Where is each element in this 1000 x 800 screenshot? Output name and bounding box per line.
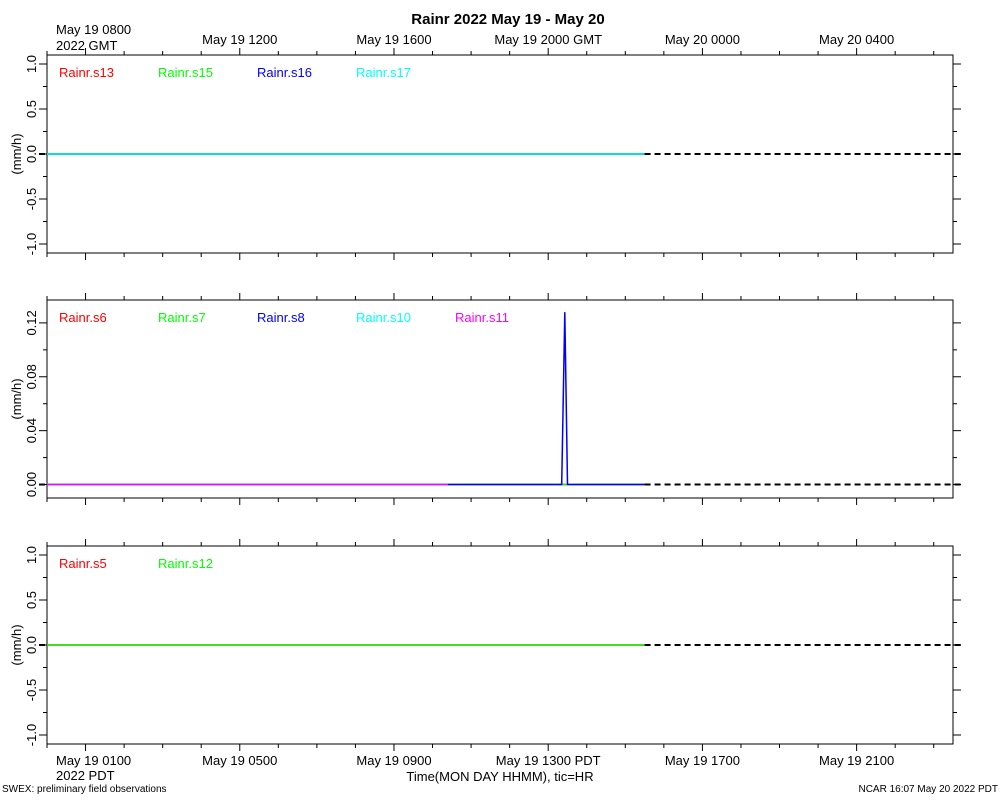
y-axis-label: (mm/h) (9, 378, 24, 419)
y-tick-label: 0.0 (24, 145, 39, 163)
chart-title: Rainr 2022 May 19 - May 20 (411, 11, 604, 28)
y-tick-label: 0.5 (24, 100, 39, 118)
bottom-axis-tick-label: May 19 1700 (665, 753, 740, 768)
footer-left-note: SWEX: preliminary field observations (2, 784, 167, 795)
top-axis-first-label-line2: 2022 GMT (56, 38, 117, 53)
legend-item-Rainr.s5: Rainr.s5 (59, 556, 107, 571)
legend-item-Rainr.s10: Rainr.s10 (356, 310, 411, 325)
bottom-axis-tick-label: May 19 2100 (819, 753, 894, 768)
y-tick-label: -0.5 (24, 188, 39, 210)
legend-item-Rainr.s13: Rainr.s13 (59, 65, 114, 80)
y-tick-label: -0.5 (24, 679, 39, 701)
legend-item-Rainr.s15: Rainr.s15 (158, 65, 213, 80)
y-tick-label: 0.08 (24, 364, 39, 389)
panel-3: -1.0 -0.5 0.0 0.5 1.0 (mm/h) Rainr.s5 Rainr.s12 (9, 539, 961, 751)
top-axis-tick-label: May 19 1600 (356, 32, 431, 47)
panel-frame (46, 299, 954, 499)
y-axis-label: (mm/h) (9, 133, 24, 174)
top-axis-first-label-line1: May 19 0800 (56, 22, 131, 37)
bottom-axis-first-label-line2: 2022 PDT (56, 768, 115, 783)
legend-item-Rainr.s8: Rainr.s8 (257, 310, 305, 325)
panel-2: 0.00 0.04 0.08 0.12 (mm/h) Rainr.s6 Rainr.s7 Ra… (9, 293, 961, 505)
top-axis-tick-label: May 20 0000 (665, 32, 740, 47)
legend-item-Rainr.s7: Rainr.s7 (158, 310, 206, 325)
bottom-time-axis: May 19 0100 2022 PDT Time(MON DAY HHMM),… (56, 753, 894, 784)
y-tick-label: 1.0 (24, 55, 39, 73)
series-line-Rainr.s8 (47, 312, 645, 486)
bottom-axis-tick-label: May 19 0900 (356, 753, 431, 768)
legend-item-Rainr.s11: Rainr.s11 (455, 310, 509, 325)
panel-1: -1.0 -0.5 0.0 0.5 1.0 (mm/h) Rainr.s13 Rainr.s1… (9, 48, 961, 260)
legend-item-Rainr.s17: Rainr.s17 (356, 65, 411, 80)
rain-rate-chart: Rainr 2022 May 19 - May 20 May 19 0800 2… (2, 11, 998, 795)
x-axis-label: Time(MON DAY HHMM), tic=HR (406, 769, 593, 784)
legend-item-Rainr.s6: Rainr.s6 (59, 310, 107, 325)
y-tick-label: 0.04 (24, 418, 39, 443)
top-axis-tick-label: May 19 1200 (202, 32, 277, 47)
y-tick-label: 0.12 (24, 310, 39, 335)
panels: -1.0 -0.5 0.0 0.5 1.0 (mm/h) Rainr.s13 Rainr.s1… (9, 48, 961, 751)
legend-item-Rainr.s12: Rainr.s12 (158, 556, 213, 571)
footer-right-note: NCAR 16:07 May 20 2022 PDT (858, 784, 998, 795)
y-tick-label: 0.5 (24, 591, 39, 609)
top-axis-tick-label: May 20 0400 (819, 32, 894, 47)
bottom-axis-first-label-line1: May 19 0100 (56, 753, 131, 768)
y-tick-label: -1.0 (24, 233, 39, 255)
bottom-axis-tick-label: May 19 1300 PDT (496, 753, 601, 768)
y-tick-label: 0.0 (24, 636, 39, 654)
legend-item-Rainr.s16: Rainr.s16 (257, 65, 312, 80)
bottom-axis-tick-label: May 19 0500 (202, 753, 277, 768)
top-axis-tick-label: May 19 2000 GMT (494, 32, 602, 47)
y-axis-label: (mm/h) (9, 624, 24, 665)
y-tick-label: 1.0 (24, 546, 39, 564)
y-tick-label: 0.00 (24, 472, 39, 497)
y-tick-label: -1.0 (24, 724, 39, 746)
